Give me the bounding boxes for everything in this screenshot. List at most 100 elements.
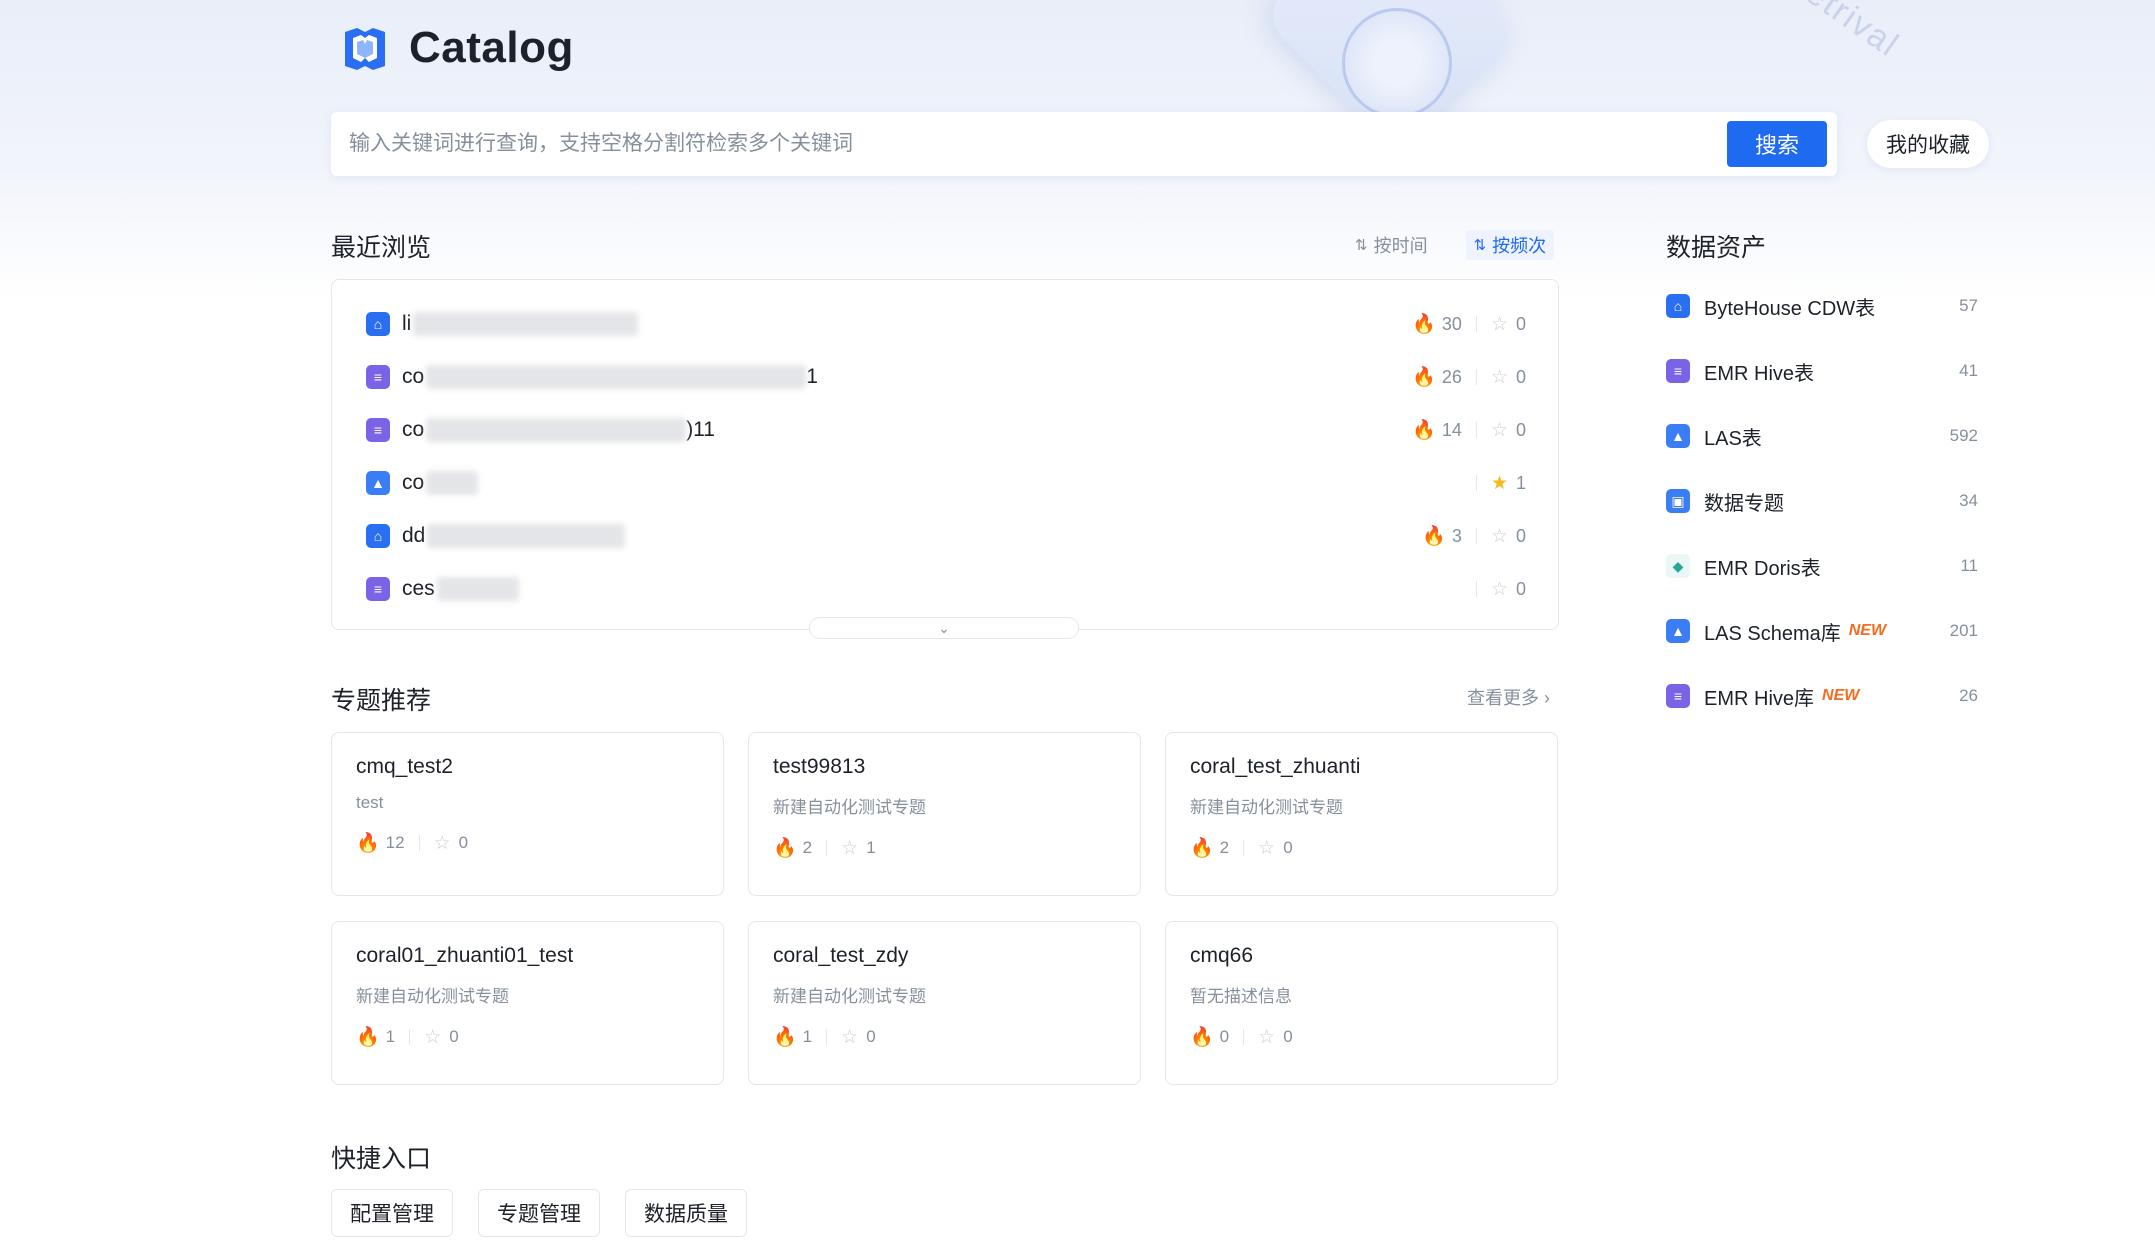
- view-more-link[interactable]: 查看更多 ›: [1467, 684, 1550, 710]
- divider: [1243, 1029, 1245, 1045]
- asset-item-las-schema[interactable]: ▲ LAS Schema库 NEW 201: [1666, 616, 1978, 646]
- star-icon[interactable]: ☆: [1258, 837, 1275, 860]
- topic-description: 新建自动化测试专题: [1190, 798, 1343, 817]
- topic-card[interactable]: cmq_test2 test 🔥 12 ☆ 0: [331, 732, 724, 896]
- recent-item[interactable]: ≡ co)11 🔥 14 ☆ 0: [366, 415, 1526, 445]
- star-icon[interactable]: ☆: [1258, 1026, 1275, 1049]
- asset-count: 201: [1949, 621, 1978, 640]
- asset-label: 数据专题: [1704, 492, 1784, 515]
- hot-icon: 🔥: [773, 1027, 797, 1048]
- view-count: 26: [1441, 366, 1462, 387]
- divider: [418, 835, 420, 851]
- view-count: 2: [1219, 838, 1230, 857]
- star-icon[interactable]: ☆: [1491, 525, 1508, 548]
- topic-management-button[interactable]: 专题管理: [478, 1189, 600, 1237]
- star-icon[interactable]: ☆: [841, 1026, 858, 1049]
- asset-item-bytehouse[interactable]: ⌂ ByteHouse CDW表 57: [1666, 291, 1978, 321]
- star-icon[interactable]: ★: [1491, 472, 1508, 495]
- asset-label: EMR Doris表: [1704, 557, 1821, 580]
- recent-item[interactable]: ⌂ li 🔥 30 ☆ 0: [366, 309, 1526, 339]
- topic-description: 暂无描述信息: [1190, 987, 1292, 1006]
- asset-item-data-topic[interactable]: ▣ 数据专题 34: [1666, 486, 1978, 516]
- star-count: 1: [1515, 472, 1526, 493]
- config-management-button[interactable]: 配置管理: [331, 1189, 453, 1237]
- star-icon[interactable]: ☆: [434, 832, 451, 855]
- recent-item-stats: 🔥 14 ☆ 0: [1412, 418, 1526, 442]
- sort-by-time-button[interactable]: ⇅ 按时间: [1355, 230, 1428, 260]
- star-icon[interactable]: ☆: [1491, 578, 1508, 601]
- search-bar: 搜索: [331, 112, 1837, 176]
- recent-item-stats: 🔥 30 ☆ 0: [1412, 312, 1526, 336]
- topic-card[interactable]: coral01_zhuanti01_test 新建自动化测试专题 🔥 1 ☆ 0: [331, 921, 724, 1085]
- star-icon[interactable]: ☆: [1491, 366, 1508, 389]
- recent-section-title: 最近浏览: [331, 234, 432, 262]
- brand: Catalog: [339, 22, 574, 74]
- redacted-text: [427, 524, 626, 549]
- star-icon[interactable]: ☆: [1491, 313, 1508, 336]
- star-count: 0: [1515, 313, 1526, 334]
- recent-item[interactable]: ≡ co 1 🔥 26 ☆ 0: [366, 362, 1526, 392]
- emr-hive-icon: ≡: [366, 577, 390, 601]
- redacted-text: [436, 577, 519, 602]
- star-icon[interactable]: ☆: [841, 837, 858, 860]
- recent-item-name: dd: [402, 524, 626, 549]
- star-count: 0: [449, 1027, 459, 1046]
- my-favorites-button[interactable]: 我的收藏: [1867, 120, 1989, 168]
- divider: [1475, 369, 1477, 385]
- expand-list-button[interactable]: ⌄: [809, 617, 1079, 639]
- asset-item-emr-doris[interactable]: ◆ EMR Doris表 11: [1666, 551, 1978, 581]
- recent-item[interactable]: ≡ ces ☆ 0: [366, 574, 1526, 604]
- redacted-text: [426, 418, 687, 443]
- divider: [826, 840, 828, 856]
- data-quality-button[interactable]: 数据质量: [625, 1189, 747, 1237]
- recent-sort-bar: ⇅ 按时间 ⇅ 按频次: [1355, 230, 1555, 260]
- recent-item-stats: ★ 1: [1462, 472, 1526, 495]
- search-button[interactable]: 搜索: [1727, 121, 1827, 167]
- search-input[interactable]: [349, 132, 1727, 156]
- page-title: Catalog: [409, 23, 574, 72]
- topic-card[interactable]: coral_test_zdy 新建自动化测试专题 🔥 1 ☆ 0: [748, 921, 1141, 1085]
- asset-count: 41: [1959, 361, 1978, 380]
- hot-icon: 🔥: [1412, 314, 1436, 335]
- view-count: 1: [385, 1027, 396, 1046]
- star-icon[interactable]: ☆: [1491, 419, 1508, 442]
- recent-item[interactable]: ▲ co ★ 1: [366, 468, 1526, 498]
- bytehouse-icon: ⌂: [366, 524, 390, 548]
- asset-count: 57: [1959, 296, 1978, 315]
- view-count: 12: [385, 833, 405, 852]
- topic-name: test99813: [773, 755, 866, 778]
- star-icon[interactable]: ☆: [424, 1026, 441, 1049]
- recent-list: ⌂ li 🔥 30 ☆ 0 ≡ co 1 🔥 26 ☆ 0 ≡ co)11 🔥 14: [331, 279, 1559, 630]
- hot-icon: 🔥: [1412, 420, 1436, 441]
- topic-stats: 🔥 12 ☆ 0: [356, 831, 699, 855]
- topic-stats: 🔥 2 ☆ 0: [1190, 836, 1533, 860]
- bytehouse-icon: ⌂: [366, 312, 390, 336]
- topic-card[interactable]: cmq66 暂无描述信息 🔥 0 ☆ 0: [1165, 921, 1558, 1085]
- emr-hive-icon: ≡: [1666, 684, 1690, 708]
- topic-description: 新建自动化测试专题: [356, 987, 509, 1006]
- asset-item-emr-hive-table[interactable]: ≡ EMR Hive表 41: [1666, 356, 1978, 386]
- assets-section-title: 数据资产: [1666, 234, 1767, 262]
- divider: [1475, 475, 1477, 491]
- chevron-right-icon: ›: [1544, 688, 1551, 708]
- view-more-label: 查看更多: [1467, 688, 1539, 708]
- star-count: 0: [1283, 1027, 1293, 1046]
- asset-count: 26: [1959, 686, 1978, 705]
- redacted-text: [426, 365, 807, 390]
- topic-name: cmq66: [1190, 944, 1254, 967]
- recent-item-name: co: [402, 471, 479, 496]
- asset-item-emr-hive-db[interactable]: ≡ EMR Hive库 NEW 26: [1666, 681, 1978, 711]
- recent-item[interactable]: ⌂ dd 🔥 3 ☆ 0: [366, 521, 1526, 551]
- star-count: 0: [458, 833, 469, 852]
- asset-item-las-table[interactable]: ▲ LAS表 592: [1666, 421, 1978, 451]
- topic-card[interactable]: coral_test_zhuanti 新建自动化测试专题 🔥 2 ☆ 0: [1165, 732, 1558, 896]
- hot-icon: 🔥: [773, 838, 797, 859]
- sort-by-frequency-button[interactable]: ⇅ 按频次: [1465, 230, 1555, 260]
- star-count: 0: [866, 1027, 876, 1046]
- topic-card[interactable]: test99813 新建自动化测试专题 🔥 2 ☆ 1: [748, 732, 1141, 896]
- hot-icon: 🔥: [1190, 838, 1214, 859]
- divider: [1475, 528, 1477, 544]
- recent-item-stats: 🔥 26 ☆ 0: [1412, 365, 1526, 389]
- divider: [826, 1029, 828, 1045]
- asset-count: 34: [1959, 491, 1978, 510]
